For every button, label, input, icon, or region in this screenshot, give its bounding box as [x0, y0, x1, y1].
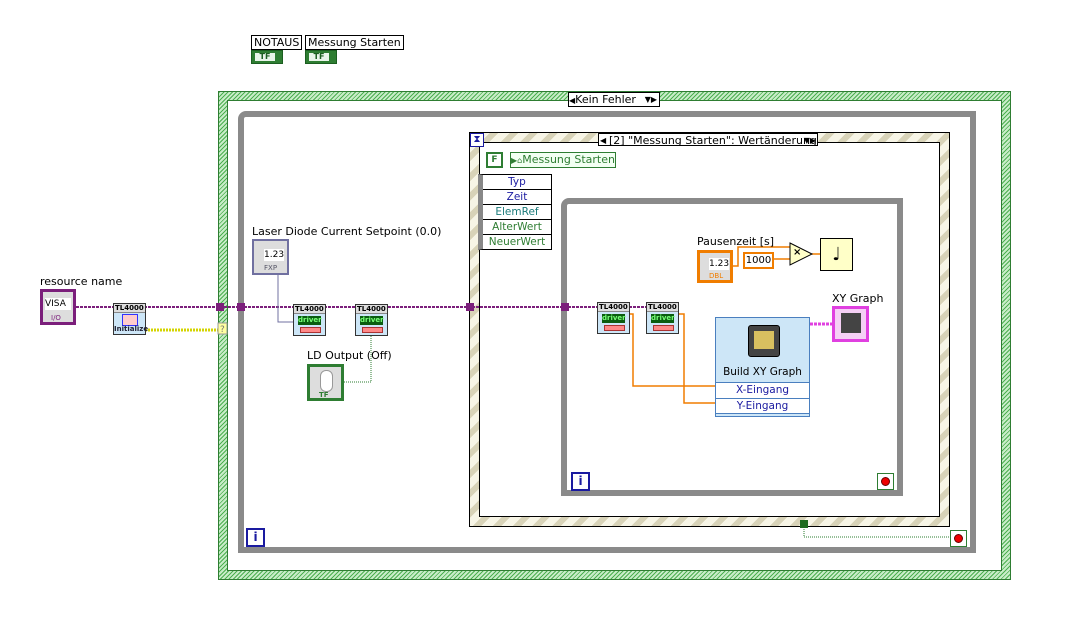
tl4000-setpoint-node[interactable]: TL4000 driver — [293, 304, 326, 336]
xy-graph-label: XY Graph — [832, 292, 884, 305]
wires: ? — [76, 242, 950, 538]
ld-output-label: LD Output (Off) — [307, 349, 392, 362]
resource-name-control[interactable]: VISA I/O — [40, 289, 76, 325]
event-stop-tunnel — [800, 520, 808, 528]
toggle-switch-icon — [320, 370, 333, 392]
x-eingang-input[interactable]: X-Eingang — [716, 382, 809, 398]
multiply-symbol: × — [793, 247, 802, 258]
pausenzeit-label: Pausenzeit [s] — [697, 235, 775, 248]
build-xy-graph-node[interactable]: Build XY Graph X-Eingang Y-Eingang — [715, 317, 810, 417]
event-error-tunnel — [466, 303, 474, 311]
stop-wire — [803, 527, 950, 538]
laser-setpoint-control[interactable]: 1.23 FXP — [252, 239, 289, 275]
loop-error-tunnel — [237, 303, 245, 311]
case-error-tunnel — [216, 303, 224, 311]
setpoint-wire — [277, 275, 293, 323]
y-wire — [678, 313, 715, 404]
wait-metronome-icon[interactable]: ♩ — [820, 238, 853, 271]
y-eingang-input[interactable]: Y-Eingang — [716, 398, 809, 414]
constant-1000[interactable]: 1000 — [743, 252, 774, 269]
graph-icon — [841, 313, 861, 333]
xy-graph-indicator[interactable] — [832, 306, 869, 342]
tl4000-output-node[interactable]: TL4000 driver — [355, 304, 388, 336]
block-diagram: NOTAUS TF Messung Starten TF ◀Kein Fehle… — [0, 0, 1065, 635]
inner-error-tunnel — [561, 303, 569, 311]
laser-setpoint-label: Laser Diode Current Setpoint (0.0) — [252, 225, 442, 238]
tl4000-initialize-node[interactable]: TL4000 Initialize — [113, 303, 148, 335]
tl4000-read-y-node[interactable]: TL4000 driver — [646, 302, 679, 334]
xy-graph-icon — [748, 325, 780, 357]
resource-name-label: resource name — [40, 275, 123, 288]
svg-text:?: ? — [220, 325, 225, 335]
tl4000-read-x-node[interactable]: TL4000 driver — [597, 302, 630, 334]
ld-output-control[interactable]: TF — [307, 364, 344, 401]
pausenzeit-control[interactable]: 1.23 DBL — [697, 250, 733, 283]
